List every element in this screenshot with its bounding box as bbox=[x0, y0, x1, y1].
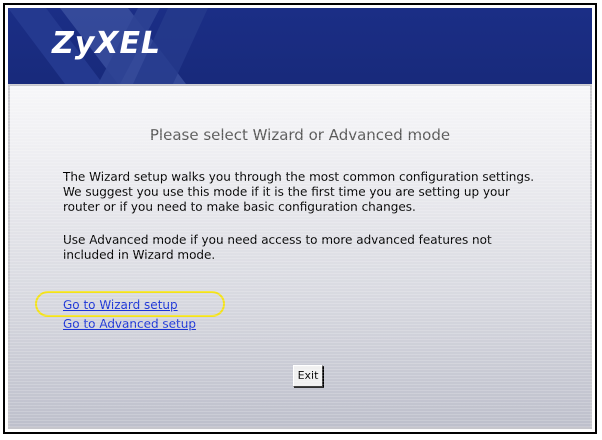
exit-button[interactable]: Exit bbox=[293, 365, 323, 387]
advanced-description-line-1: Use Advanced mode if you need access to … bbox=[63, 233, 492, 247]
header-banner: ZyXEL bbox=[8, 8, 592, 84]
main-content: Please select Wizard or Advanced mode Th… bbox=[8, 84, 592, 429]
wizard-description: The Wizard setup walks you through the m… bbox=[63, 170, 573, 215]
advanced-description: Use Advanced mode if you need access to … bbox=[63, 233, 573, 263]
wizard-description-line-2: We suggest you use this mode if it is th… bbox=[63, 185, 510, 199]
page-title: Please select Wizard or Advanced mode bbox=[149, 126, 451, 144]
wizard-description-line-1: The Wizard setup walks you through the m… bbox=[63, 170, 535, 184]
wizard-description-line-3: router or if you need to make basic conf… bbox=[63, 200, 416, 214]
browser-frame: ZyXEL Please select Wizard or Advanced m… bbox=[3, 3, 597, 434]
advanced-description-line-2: included in Wizard mode. bbox=[63, 248, 216, 262]
go-to-advanced-setup-link[interactable]: Go to Advanced setup bbox=[63, 317, 196, 331]
zyxel-logo: ZyXEL bbox=[52, 26, 162, 61]
go-to-wizard-setup-link[interactable]: Go to Wizard setup bbox=[63, 298, 178, 312]
